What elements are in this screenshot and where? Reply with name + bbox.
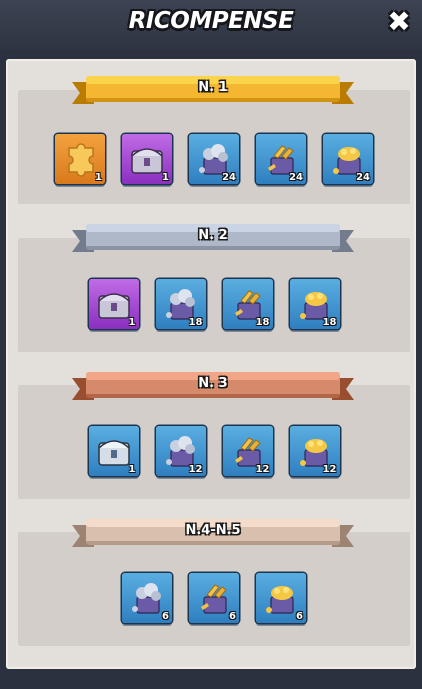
reward-quantity: 24 bbox=[289, 172, 303, 183]
header-bar: RICOMPENSE ✖ bbox=[0, 0, 422, 50]
reward-quantity: 18 bbox=[255, 317, 270, 328]
reward-items-row: 1 12 12 12 bbox=[18, 426, 410, 476]
reward-quantity: 12 bbox=[322, 464, 337, 475]
rank-ribbon: N.4-N.5 bbox=[72, 517, 354, 553]
reward-item-tile[interactable]: 24 bbox=[189, 134, 239, 184]
reward-quantity: 6 bbox=[229, 611, 236, 622]
rank-label: N. 2 bbox=[198, 228, 228, 243]
rank-ribbon: N. 1 bbox=[72, 74, 354, 110]
reward-quantity: 6 bbox=[296, 611, 303, 622]
reward-quantity: 6 bbox=[162, 611, 169, 622]
rank-label: N.4-N.5 bbox=[185, 523, 241, 538]
reward-item-tile[interactable]: 12 bbox=[289, 426, 340, 476]
reward-item-tile[interactable]: 18 bbox=[289, 279, 340, 329]
reward-item-tile[interactable]: 6 bbox=[189, 573, 239, 623]
reward-quantity: 24 bbox=[222, 172, 236, 183]
footer-bar bbox=[0, 670, 422, 689]
reward-item-tile[interactable]: 12 bbox=[155, 426, 206, 476]
reward-item-tile[interactable]: 6 bbox=[122, 573, 172, 623]
rank-ribbon: N. 3 bbox=[72, 370, 354, 406]
reward-quantity: 1 bbox=[128, 317, 136, 328]
reward-quantity: 24 bbox=[356, 172, 370, 183]
reward-item-tile[interactable]: 1 bbox=[55, 134, 105, 184]
reward-item-tile[interactable]: 24 bbox=[323, 134, 373, 184]
close-icon[interactable]: ✖ bbox=[384, 7, 414, 37]
reward-quantity: 18 bbox=[322, 317, 337, 328]
rank-label: N. 1 bbox=[198, 80, 228, 95]
reward-quantity: 1 bbox=[162, 172, 169, 183]
reward-item-tile[interactable]: 18 bbox=[155, 279, 206, 329]
rank-ribbon: N. 2 bbox=[72, 222, 354, 258]
reward-item-tile[interactable]: 24 bbox=[256, 134, 306, 184]
reward-item-tile[interactable]: 1 bbox=[88, 426, 139, 476]
reward-item-tile[interactable]: 6 bbox=[256, 573, 306, 623]
reward-items-row: 6 6 6 bbox=[18, 573, 410, 623]
reward-items-row: 1 18 18 18 bbox=[18, 279, 410, 329]
reward-quantity: 1 bbox=[95, 172, 102, 183]
reward-quantity: 12 bbox=[255, 464, 270, 475]
reward-item-tile[interactable]: 1 bbox=[88, 279, 139, 329]
reward-item-tile[interactable]: 1 bbox=[122, 134, 172, 184]
reward-item-tile[interactable]: 12 bbox=[222, 426, 273, 476]
reward-item-tile[interactable]: 18 bbox=[222, 279, 273, 329]
rank-label: N. 3 bbox=[198, 376, 228, 391]
reward-quantity: 18 bbox=[188, 317, 203, 328]
reward-quantity: 12 bbox=[188, 464, 203, 475]
reward-quantity: 1 bbox=[128, 464, 136, 475]
page-title: RICOMPENSE bbox=[128, 8, 294, 34]
reward-items-row: 1 1 24 24 24 bbox=[18, 134, 410, 184]
